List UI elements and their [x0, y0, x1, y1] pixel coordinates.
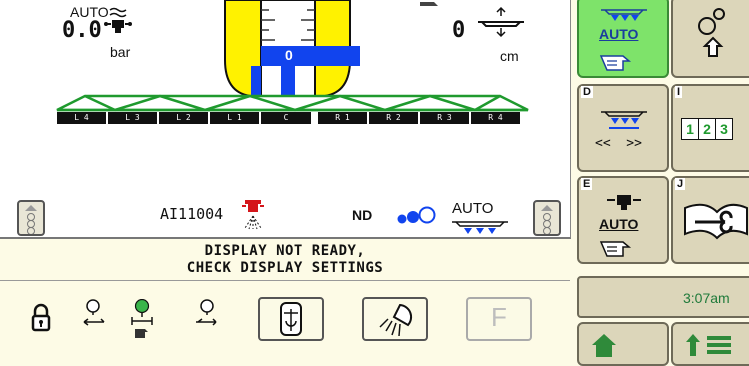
- field-lights-button[interactable]: [362, 297, 428, 341]
- nozzle-body-icon: [607, 195, 641, 210]
- center-gauge-value: 0: [285, 47, 293, 63]
- softkey-d-nav-label: << >>: [595, 136, 642, 151]
- section-r1[interactable]: R 1: [318, 112, 367, 124]
- softkey-e-auto-label: AUTO: [599, 216, 639, 232]
- section-r4[interactable]: R 4: [471, 112, 520, 124]
- f-button[interactable]: F: [466, 297, 532, 341]
- lock-icon[interactable]: [30, 303, 52, 338]
- hand-point-icon: [599, 55, 632, 71]
- message-bar: DISPLAY NOT READY, CHECK DISPLAY SETTING…: [0, 239, 570, 279]
- pressure-unit: bar: [110, 44, 131, 60]
- section-l1[interactable]: L 1: [210, 112, 259, 124]
- height-unit: cm: [500, 48, 519, 64]
- boom-auto-label: AUTO: [452, 200, 494, 217]
- left-raise-button[interactable]: [17, 200, 45, 236]
- section-l4[interactable]: L 4: [57, 112, 106, 124]
- number-box-1: 1: [681, 118, 699, 140]
- message-line-1: DISPLAY NOT READY,: [204, 243, 366, 259]
- flow-dots-icon: [396, 206, 440, 231]
- menu-up-list-icon: [686, 334, 731, 356]
- softkey-d-letter: D: [581, 86, 593, 98]
- number-box-2: 2: [699, 118, 716, 140]
- section-l3[interactable]: L 3: [108, 112, 157, 124]
- number-boxes: 1 2 3: [681, 118, 733, 140]
- softkey-j-manual[interactable]: J: [671, 176, 749, 264]
- home-button[interactable]: [577, 322, 669, 366]
- gears-icon: [698, 8, 725, 57]
- softkey-e-pressure-auto[interactable]: E AUTO: [577, 176, 669, 264]
- softkey-e-letter: E: [581, 178, 593, 190]
- clock-time: 3:07am: [683, 290, 730, 306]
- boom-auto-icon: [450, 218, 510, 241]
- home-icon: [592, 334, 616, 357]
- softkey-sidebar: AUTO D << >> I 1 2 3 E AUTO J 3:07am: [571, 0, 749, 366]
- f-button-label: F: [491, 302, 507, 332]
- hand-point-e-icon: [599, 241, 632, 257]
- boom-height-icon: [476, 6, 526, 51]
- guidance-left-icon[interactable]: [80, 299, 110, 334]
- bottom-toolbar: F: [0, 280, 570, 360]
- manual-wrench-icon: [684, 203, 748, 240]
- tank-agitator-button[interactable]: [258, 297, 324, 341]
- main-panel: AUTO 0.0 bar 0 0 cm L 4 L 3 L 2 L 1 C R …: [0, 0, 571, 239]
- section-c[interactable]: C: [261, 112, 311, 124]
- section-l2[interactable]: L 2: [159, 112, 208, 124]
- softkey-d-boom-nav[interactable]: D << >>: [577, 84, 669, 172]
- message-line-2: CHECK DISPLAY SETTINGS: [186, 260, 384, 276]
- right-raise-button[interactable]: [533, 200, 561, 236]
- number-box-3: 3: [716, 118, 733, 140]
- guidance-right-icon[interactable]: [192, 299, 222, 334]
- softkey-i-letter: I: [675, 86, 683, 98]
- section-r2[interactable]: R 2: [369, 112, 418, 124]
- softkey-auto-top-label: AUTO: [599, 26, 639, 42]
- softkey-j-letter: J: [675, 178, 686, 190]
- guidance-straight-active-icon[interactable]: [127, 298, 157, 346]
- softkey-settings[interactable]: [671, 0, 749, 78]
- pressure-nozzle-icon: [104, 6, 134, 45]
- softkey-i-numbers[interactable]: I 1 2 3: [671, 84, 749, 172]
- height-value: 0: [452, 18, 466, 43]
- time-bar: 3:07am: [577, 276, 749, 318]
- softkey-auto-top[interactable]: AUTO: [577, 0, 669, 78]
- nd-label: ND: [352, 207, 373, 223]
- nozzle-name: AI11004: [160, 205, 224, 223]
- menu-button[interactable]: [671, 322, 749, 366]
- section-r3[interactable]: R 3: [420, 112, 469, 124]
- pressure-value: 0.0: [62, 18, 102, 43]
- nozzle-spray-icon: [240, 198, 266, 237]
- height-pointer-icon: [418, 0, 442, 19]
